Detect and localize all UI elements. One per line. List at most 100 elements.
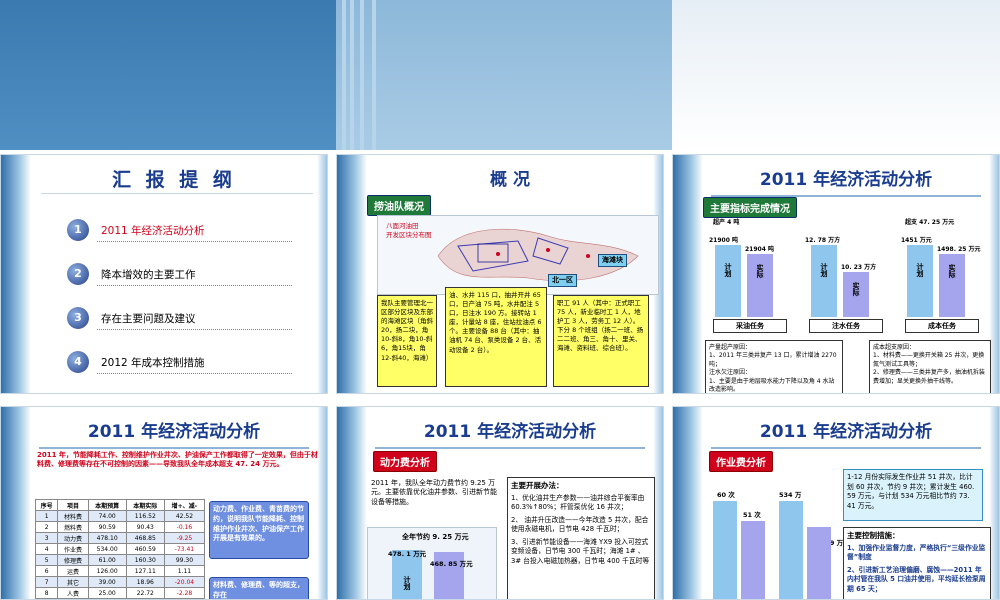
- slide-title: 概 况: [490, 170, 530, 190]
- table-cell: -9.25: [163, 532, 206, 544]
- actual-count: 51 次: [743, 511, 761, 519]
- workover-chart-count: 60 次 51 次: [707, 479, 771, 599]
- table-header: 序号: [34, 499, 59, 511]
- agenda-divider: [97, 373, 292, 374]
- table-cell: 116.52: [125, 510, 165, 522]
- table-cell: 材料费: [57, 510, 89, 522]
- plan-bar: 计划: [715, 245, 741, 317]
- agenda-divider: [97, 241, 292, 242]
- actual-bar: 实际: [939, 254, 965, 317]
- table-cell: -20.04: [163, 576, 206, 588]
- power-chart: 全年节约 9. 25 万元 计划 478. 1 万元 468. 85 万元: [367, 527, 497, 599]
- actual-value: 1498. 25 万元: [937, 246, 981, 253]
- table-row: 3 动力费 478.10 468.85 -9.25: [34, 532, 206, 544]
- table-cell: 1.11: [163, 565, 206, 577]
- table-cell: 90.59: [87, 521, 127, 533]
- chart-caption: 采油任务: [713, 319, 787, 333]
- table-cell: 460.59: [125, 543, 165, 555]
- table-cell: 动力费: [57, 532, 89, 544]
- table-row: 7 其它 39.00 18.96 -20.04: [34, 576, 206, 588]
- map-label-beiyiqu: 北一区: [548, 274, 577, 288]
- actual-bar: 实际: [843, 272, 869, 317]
- table-row: 1 材料费 74.00 116.52 42.52: [34, 510, 206, 522]
- section-label: 主要指标完成情况: [703, 197, 797, 218]
- indicator-chart: 超产 4 吨 21900 吨计划 21904 吨实际 采油任务: [709, 217, 795, 335]
- chart-caption: 成本任务: [905, 319, 979, 333]
- plan-value: 21900 吨: [709, 237, 738, 244]
- agenda-item-2[interactable]: 2 降本增效的主要工作: [67, 263, 292, 287]
- agenda-label: 存在主要问题及建议: [101, 313, 196, 325]
- chart-note: 超产 4 吨: [713, 219, 740, 226]
- plan-value: 1451 万元: [901, 237, 932, 244]
- measures-title: 主要控制措施：: [847, 531, 900, 540]
- cost-reason-box: 成本超支原因： 1、材料费——更换开关箱 25 井次，更换氮气测试工具等； 2、…: [869, 340, 991, 393]
- table-cell: 39.00: [87, 576, 127, 588]
- plan-value: 12. 78 万方: [805, 237, 841, 244]
- map-title: 八面河油田 开发区块分布图: [386, 222, 432, 239]
- table-header: 增+、减-: [163, 499, 206, 511]
- table-cell: 3: [34, 532, 59, 544]
- actual-value: 10. 23 万方: [841, 264, 877, 271]
- map-label-haitan: 海滩块: [598, 254, 627, 268]
- table-cell: 160.30: [125, 554, 165, 566]
- callout-overspend: 材料费、修理费、等的超支，存在: [209, 577, 309, 599]
- table-cell: 2: [34, 521, 59, 533]
- table-cell: 运费: [57, 565, 89, 577]
- table-cell: 修理费: [57, 554, 89, 566]
- measure-item: 1、优化油井生产参数——油井综合平衡率由 60.3%↑80%；杆管泵优化 16 …: [511, 493, 645, 512]
- plan-bar: 计划: [811, 245, 837, 317]
- table-cell: 74.00: [87, 510, 127, 522]
- callout-savings: 动力费、作业费、青苗费的节约，说明我队节能降耗、控制维护作业井次、护油保产工作开…: [209, 501, 309, 559]
- slide-power-cost[interactable]: 2011 年经济活动分析 动力费分析 2011 年，我队全年动力费节约 9.25…: [336, 406, 664, 600]
- table-cell: 127.11: [125, 565, 165, 577]
- table-cell: -2.28: [163, 587, 206, 599]
- intro-text: 2011 年，节能降耗工作、控制维护作业井次、护油保产工作都取得了一定效果，但由…: [37, 451, 318, 469]
- table-cell: 468.85: [125, 532, 165, 544]
- workover-chart-cost: 534 万 460. 59 万: [773, 479, 843, 599]
- slide-cost-table[interactable]: 2011 年经济活动分析 2011 年，节能降耗工作、控制维护作业井次、护油保产…: [0, 406, 328, 600]
- agenda-item-3[interactable]: 3 存在主要问题及建议: [67, 307, 292, 331]
- info-box-staff: 职工 91 人（其中：正式职工 75 人，新业临时工 1 人，地护工 3 人，劳…: [553, 295, 649, 387]
- table-cell: 42.52: [163, 510, 206, 522]
- indicator-chart: 超支 47. 25 万元 1451 万元 计划 1498. 25 万元 实际成本任务: [901, 217, 987, 335]
- slide-indicators[interactable]: 2011 年经济活动分析 主要指标完成情况 超产 4 吨 21900 吨计划 219…: [672, 154, 1000, 394]
- banner-right-panel: [672, 0, 1000, 150]
- measure-item: 3、引进新节能设备——海滩 YX9 投入可控式变频设备，日节电 300 千瓦时；…: [511, 537, 650, 565]
- measure-item: 2、 油井升压改造——今年改造 5 井次，配合使用永磁电机，日节电 428 千瓦…: [511, 515, 649, 534]
- measures-box: 主要控制措施： 1、加强作业监督力度，严格执行“三级作业监督”制度 2、引进新工艺…: [843, 527, 991, 599]
- agenda-number: 1: [67, 219, 89, 241]
- plan-bar: 计划: [907, 245, 933, 317]
- slide-title: 2011 年经济活动分析: [759, 422, 933, 442]
- chart-note: 超支 47. 25 万元: [905, 219, 955, 226]
- slide-title: 2011 年经济活动分析: [87, 422, 261, 442]
- plan-cost: 534 万: [779, 491, 802, 499]
- table-cell: 22.72: [125, 587, 165, 599]
- top-banner: [0, 0, 1000, 150]
- cost-table: 序号 项目 本期预算 本期实际 增+、减- 1 材料费 74.00 116.52 42.52 2 燃料…: [34, 499, 206, 599]
- table-cell: 其它: [57, 576, 89, 588]
- agenda-label: 2011 年经济活动分析: [101, 225, 205, 237]
- agenda-number: 3: [67, 307, 89, 329]
- banner-middle-panel: [336, 0, 672, 150]
- table-header: 本期实际: [125, 499, 165, 511]
- summary-text: 2011 年，我队全年动力费节约 9.25 万元。主要依靠优化油井参数、引进新节…: [371, 479, 497, 506]
- table-row: 5 修理费 61.00 160.30 99.30: [34, 554, 206, 566]
- table-cell: 6: [34, 565, 59, 577]
- measure-item: 1、加强作业监督力度，严格执行“三级作业监督”制度: [847, 543, 986, 562]
- measure-item: 2、引进新工艺治理偏磨、腐蚀——2011 年内村管在我队 5 口油井使用，平均延…: [847, 565, 986, 593]
- info-box-area: 我队主要管理北一区部分区块及东部的海滩区块（角斜20，扬二块，角10-斜8，角1…: [377, 295, 437, 387]
- slide-title: 2011 年经济活动分析: [759, 170, 933, 190]
- table-cell: 18.96: [125, 576, 165, 588]
- table-cell: 1: [34, 510, 59, 522]
- agenda-item-4[interactable]: 4 2012 年成本控制措施: [67, 351, 292, 375]
- section-label: 作业费分析: [709, 451, 773, 472]
- slide-agenda[interactable]: 汇 报 提 纲 1 2011 年经济活动分析 2 降本增效的主要工作 3 存在主要问题及建…: [0, 154, 328, 394]
- slide-workover-cost[interactable]: 2011 年经济活动分析 作业费分析 1-12 月份实际发生作业井 51 井次，…: [672, 406, 1000, 600]
- indicator-chart: 12. 78 万方 计划 10. 23 万方 实际 注水任务: [805, 217, 891, 335]
- table-row: 8 人费 25.00 22.72 -2.28: [34, 587, 206, 599]
- table-cell: 5: [34, 554, 59, 566]
- measures-title: 主要开展办法：: [511, 481, 564, 490]
- agenda-item-1[interactable]: 1 2011 年经济活动分析: [67, 219, 292, 243]
- actual-value: 468. 85 万元: [430, 560, 473, 568]
- slide-overview[interactable]: 概 况 捞油队概况 八面河油田 开发区块分布图 海滩块 北一区 我队主要管理北一…: [336, 154, 664, 394]
